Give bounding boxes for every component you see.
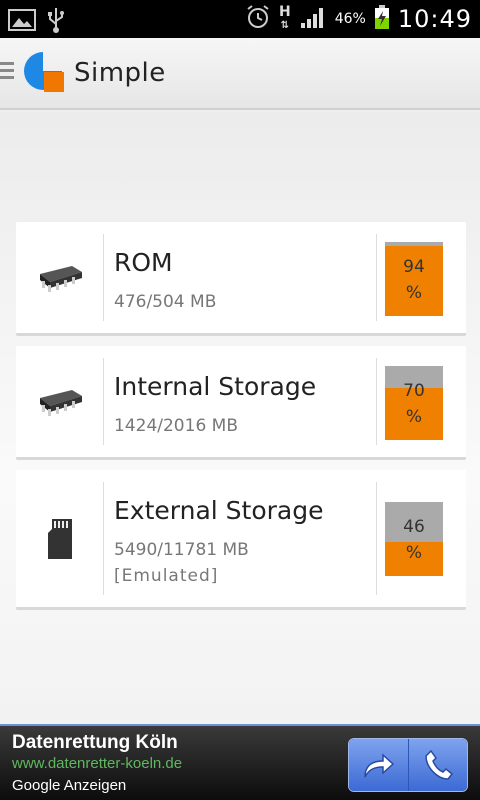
storage-card-internal[interactable]: Internal Storage 1424/2016 MB 70% [16, 346, 466, 460]
storage-usage: 1424/2016 MB [114, 416, 238, 436]
app-title: Simple [74, 58, 166, 88]
chip-icon [16, 358, 104, 445]
usage-gauge: 70% [385, 366, 443, 440]
signal-icon [299, 5, 327, 33]
ad-title[interactable]: Datenrettung Köln [12, 732, 178, 754]
chip-icon [16, 234, 104, 321]
sd-card-icon [16, 482, 104, 595]
app-bar: Simple [0, 38, 480, 110]
app-logo[interactable] [20, 48, 66, 94]
storage-usage: 5490/11781 MB [114, 540, 249, 560]
share-arrow-icon[interactable] [349, 739, 408, 791]
usage-percent-label: 70% [403, 381, 425, 427]
storage-name: Internal Storage [114, 372, 317, 401]
storage-name: ROM [114, 248, 173, 277]
usage-gauge-cell: 46% [376, 482, 466, 595]
usage-percent-label: 94% [403, 257, 425, 303]
h-data-icon: H ⇅ [278, 4, 291, 31]
clock: 10:49 [397, 5, 472, 33]
usage-percent-label: 46% [403, 517, 425, 563]
alarm-icon [245, 4, 271, 34]
storage-card-external[interactable]: External Storage 5490/11781 MB [Emulated… [16, 470, 466, 610]
usage-gauge-cell: 94% [376, 234, 466, 321]
storage-card-rom[interactable]: ROM 476/504 MB 94% [16, 222, 466, 336]
menu-icon[interactable] [0, 62, 14, 83]
storage-note: [Emulated] [114, 566, 219, 586]
ad-url[interactable]: www.datenretter-koeln.de [12, 755, 182, 772]
ad-banner[interactable]: Datenrettung Köln www.datenretter-koeln.… [0, 724, 480, 800]
usage-gauge: 94% [385, 242, 443, 316]
ad-source: Google Anzeigen [12, 777, 127, 794]
ad-actions [348, 738, 468, 792]
status-bar: H ⇅ 46% 10:49 [0, 0, 480, 38]
usage-gauge: 46% [385, 502, 443, 576]
battery-icon [374, 4, 390, 34]
usb-icon [46, 6, 66, 38]
storage-usage: 476/504 MB [114, 292, 217, 312]
battery-percent: 46% [334, 11, 366, 27]
phone-icon[interactable] [407, 739, 467, 791]
image-icon [8, 8, 36, 36]
storage-name: External Storage [114, 496, 324, 525]
usage-gauge-cell: 70% [376, 358, 466, 445]
storage-list: ROM 476/504 MB 94% Internal Storage 1424… [0, 112, 480, 724]
